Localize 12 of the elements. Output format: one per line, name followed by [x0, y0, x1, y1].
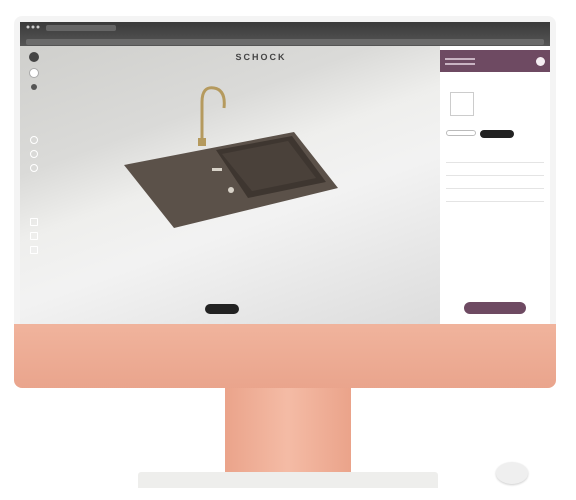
close-icon[interactable]	[536, 56, 545, 66]
product-thumbnail[interactable]	[450, 92, 474, 116]
window-controls-icon	[26, 25, 40, 29]
square-icon[interactable]	[30, 218, 38, 226]
submit-button[interactable]	[464, 302, 526, 314]
brand-logo: SCHOCK	[235, 52, 286, 62]
mouse	[496, 462, 528, 484]
dot-icon[interactable]	[31, 84, 37, 90]
circle-icon[interactable]	[29, 52, 39, 62]
browser-tab[interactable]	[46, 25, 116, 31]
option-button[interactable]	[480, 130, 514, 138]
view-toggle-button[interactable]	[205, 304, 239, 314]
